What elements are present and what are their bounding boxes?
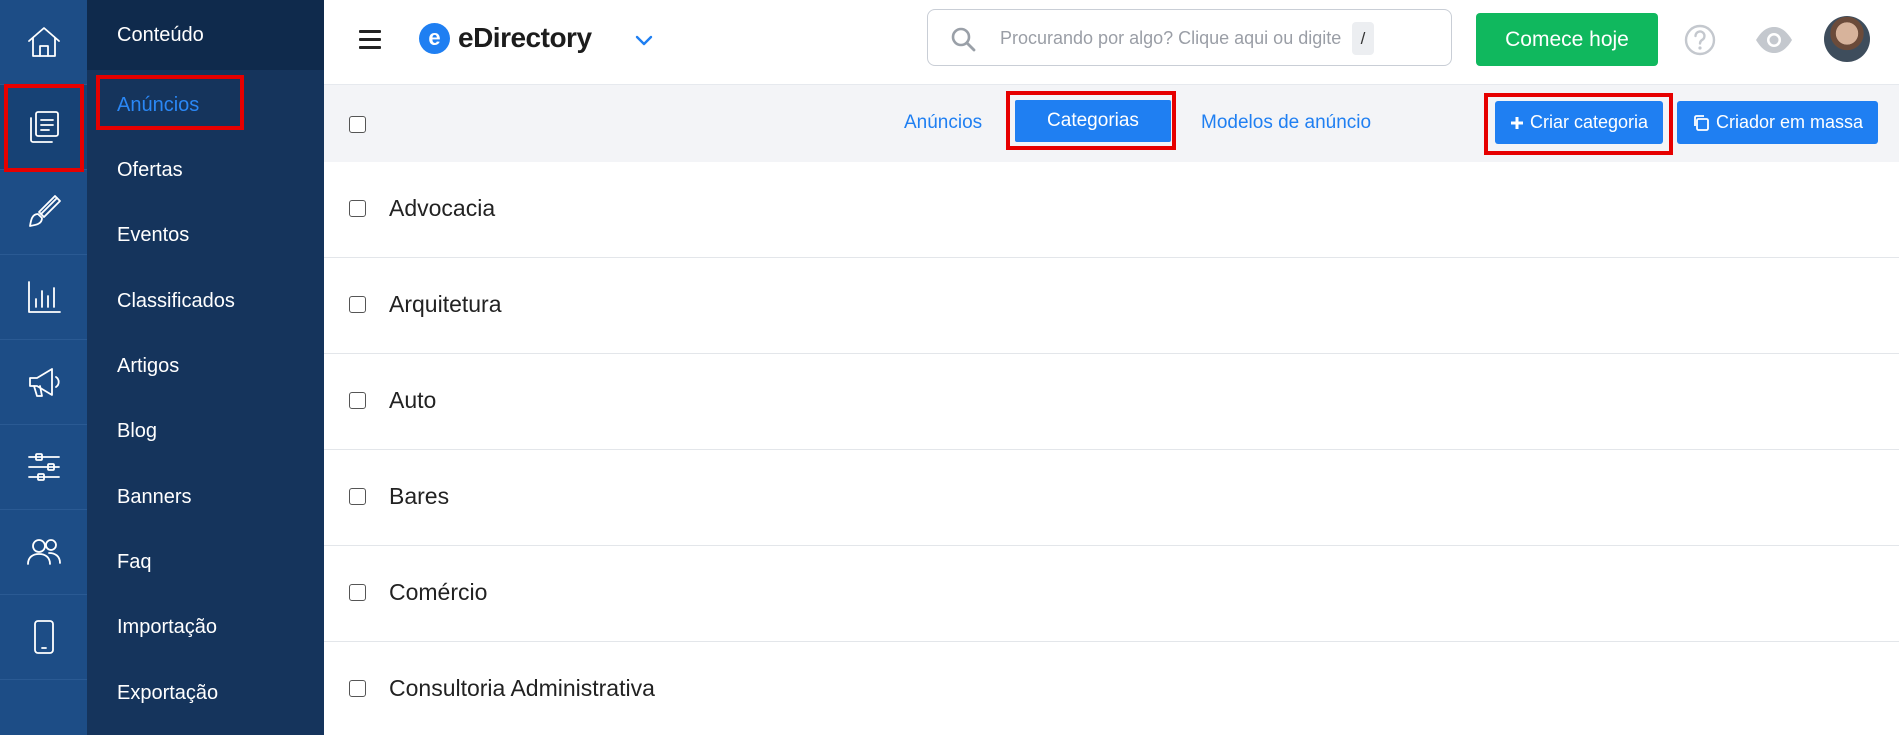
- rail-promote[interactable]: [0, 340, 87, 425]
- search-icon: [951, 27, 976, 52]
- sidebar-item-ofertas[interactable]: Ofertas: [117, 156, 183, 184]
- sidebar-item-blog[interactable]: Blog: [117, 417, 157, 445]
- chart-icon: [27, 281, 61, 313]
- sidebar-item-eventos[interactable]: Eventos: [117, 221, 189, 249]
- rail-settings[interactable]: [0, 425, 87, 510]
- rail-content[interactable]: [0, 85, 87, 170]
- copy-icon: [1694, 114, 1709, 131]
- brush-icon: [28, 195, 61, 227]
- tab-anuncios[interactable]: Anúncios: [904, 112, 982, 134]
- rail-home[interactable]: [0, 0, 87, 85]
- brand-name: eDirectory: [458, 22, 592, 53]
- table-row[interactable]: Comércio: [324, 546, 1899, 642]
- category-name[interactable]: Consultoria Administrativa: [389, 675, 655, 702]
- sliders-icon: [27, 453, 60, 481]
- help-icon[interactable]: [1683, 23, 1717, 57]
- sidebar-item-classificados[interactable]: Classificados: [117, 287, 235, 315]
- brand-mark: e: [419, 22, 450, 54]
- plus-icon: [1510, 116, 1523, 129]
- content-icon: [29, 111, 59, 143]
- sidebar: Conteúdo Anúncios Ofertas Eventos Classi…: [87, 0, 324, 735]
- tab-modelos-de-anuncio[interactable]: Modelos de anúncio: [1201, 112, 1371, 134]
- row-checkbox[interactable]: [349, 584, 366, 601]
- toolbar: Anúncios Categorias Modelos de anúncio C…: [324, 85, 1899, 162]
- start-today-button[interactable]: Comece hoje: [1476, 13, 1658, 66]
- users-icon: [26, 539, 61, 565]
- home-icon: [27, 27, 60, 57]
- search-shortcut-key: /: [1352, 22, 1374, 55]
- avatar[interactable]: [1824, 16, 1870, 62]
- table-row[interactable]: Arquitetura: [324, 258, 1899, 354]
- table-row[interactable]: Advocacia: [324, 162, 1899, 258]
- category-name[interactable]: Advocacia: [389, 195, 495, 222]
- sidebar-item-banners[interactable]: Banners: [117, 483, 192, 511]
- chevron-down-icon[interactable]: [634, 30, 654, 50]
- brand-logo[interactable]: e eDirectory: [419, 22, 592, 54]
- search-input[interactable]: Procurando por algo? Clique aqui ou digi…: [927, 9, 1452, 66]
- menu-icon[interactable]: [359, 30, 381, 50]
- create-category-button[interactable]: Criar categoria: [1495, 101, 1663, 144]
- sidebar-item-anuncios[interactable]: Anúncios: [117, 91, 199, 119]
- sidebar-item-faq[interactable]: Faq: [117, 548, 151, 576]
- sidebar-item-importacao[interactable]: Importação: [117, 613, 217, 641]
- row-checkbox[interactable]: [349, 392, 366, 409]
- rail-design[interactable]: [0, 170, 87, 255]
- rail-mobile[interactable]: [0, 595, 87, 680]
- row-checkbox[interactable]: [349, 200, 366, 217]
- table-row[interactable]: Auto: [324, 354, 1899, 450]
- megaphone-icon: [28, 368, 60, 397]
- mobile-icon: [33, 620, 54, 654]
- category-name[interactable]: Arquitetura: [389, 291, 502, 318]
- tab-categorias[interactable]: Categorias: [1015, 100, 1171, 142]
- sidebar-item-artigos[interactable]: Artigos: [117, 352, 179, 380]
- rail-users[interactable]: [0, 510, 87, 595]
- category-name[interactable]: Auto: [389, 387, 436, 414]
- icon-rail: [0, 0, 87, 735]
- eye-icon[interactable]: [1754, 23, 1794, 57]
- search-placeholder: Procurando por algo? Clique aqui ou digi…: [1000, 28, 1342, 48]
- sidebar-header: Conteúdo: [87, 0, 324, 70]
- create-category-label: Criar categoria: [1529, 112, 1649, 132]
- table-row[interactable]: Consultoria Administrativa: [324, 642, 1899, 735]
- bulk-creator-button[interactable]: Criador em massa: [1677, 101, 1878, 144]
- select-all-checkbox[interactable]: [349, 116, 366, 133]
- row-checkbox[interactable]: [349, 488, 366, 505]
- category-name[interactable]: Comércio: [389, 579, 487, 606]
- table-row[interactable]: Bares: [324, 450, 1899, 546]
- category-name[interactable]: Bares: [389, 483, 449, 510]
- sidebar-item-exportacao[interactable]: Exportação: [117, 679, 218, 707]
- bulk-creator-label: Criador em massa: [1715, 112, 1864, 132]
- rail-reports[interactable]: [0, 255, 87, 340]
- row-checkbox[interactable]: [349, 680, 366, 697]
- row-checkbox[interactable]: [349, 296, 366, 313]
- top-header: e eDirectory Procurando por algo? Clique…: [324, 0, 1899, 85]
